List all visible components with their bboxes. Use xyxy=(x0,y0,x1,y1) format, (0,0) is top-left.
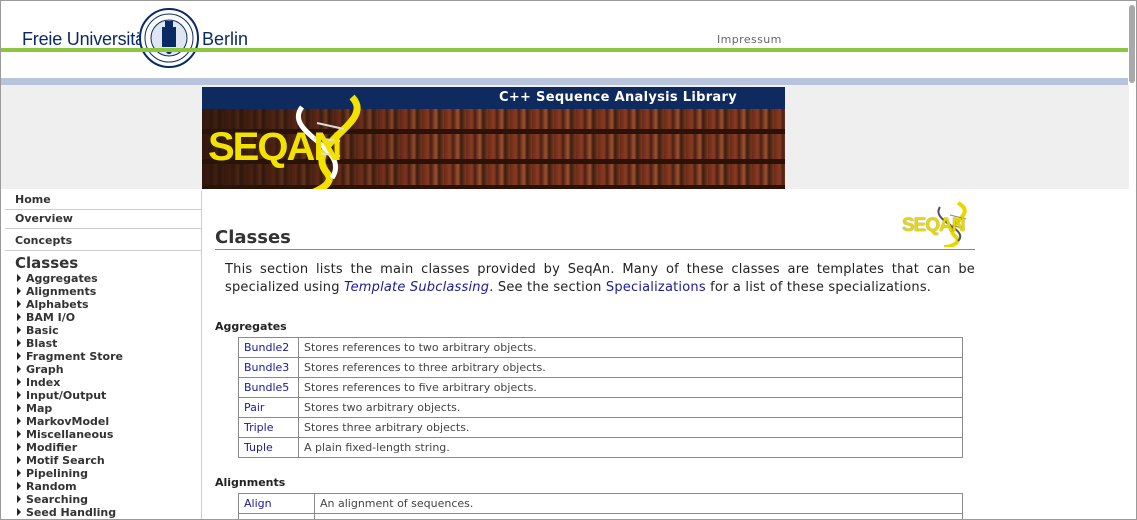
class-description: A plain fixed-length string. xyxy=(298,437,963,458)
nav-item-miscellaneous[interactable]: Miscellaneous xyxy=(5,428,201,441)
nav-item-searching[interactable]: Searching xyxy=(5,493,201,506)
table-row: Triple Stores three arbitrary objects. xyxy=(238,417,963,438)
alignments-table: Align An alignment of sequences. xyxy=(238,493,963,519)
class-link[interactable]: Pair xyxy=(238,397,299,418)
table-row: Align An alignment of sequences. xyxy=(238,493,963,514)
section-heading-aggregates: Aggregates xyxy=(215,320,287,333)
nav-item-alphabets[interactable]: Alphabets xyxy=(5,298,201,311)
aggregates-table: Bundle2 Stores references to two arbitrar… xyxy=(238,337,963,458)
browser-page: Freie Universität Berlin Impressum C++ S… xyxy=(0,0,1137,520)
nav-item-modifier[interactable]: Modifier xyxy=(5,441,201,454)
nav-concepts[interactable]: Concepts xyxy=(5,232,201,251)
seqan-small-logo[interactable]: SEQAN xyxy=(900,201,980,247)
header-green-rule xyxy=(1,48,1129,52)
expand-arrow-icon xyxy=(17,508,21,516)
nav-item-input-output[interactable]: Input/Output xyxy=(5,389,201,402)
left-navigation: Home Overview Concepts Classes Aggregate… xyxy=(5,191,202,519)
expand-arrow-icon xyxy=(17,274,21,282)
class-description: Stores references to five arbitrary obje… xyxy=(298,377,963,398)
expand-arrow-icon xyxy=(17,326,21,334)
template-subclassing-link[interactable]: Template Subclassing xyxy=(344,280,489,295)
main-content: SEQAN Classes This section lists the mai… xyxy=(202,189,1128,519)
class-link[interactable]: Bundle2 xyxy=(238,337,299,358)
expand-arrow-icon xyxy=(17,287,21,295)
university-name-left[interactable]: Freie Universität xyxy=(22,29,150,50)
scrollbar-thumb[interactable] xyxy=(1129,5,1135,83)
nav-item-graph[interactable]: Graph xyxy=(5,363,201,376)
class-link[interactable]: Bundle3 xyxy=(238,357,299,378)
nav-heading-classes[interactable]: Classes xyxy=(5,251,201,272)
site-header: Freie Universität Berlin Impressum xyxy=(1,1,1129,85)
class-link[interactable]: Tuple xyxy=(238,437,299,458)
specializations-link[interactable]: Specializations xyxy=(606,280,706,295)
expand-arrow-icon xyxy=(17,339,21,347)
nav-item-pipelining[interactable]: Pipelining xyxy=(5,467,201,480)
nav-item-map[interactable]: Map xyxy=(5,402,201,415)
intro-paragraph: This section lists the main classes prov… xyxy=(225,262,975,295)
section-heading-alignments: Alignments xyxy=(215,476,286,489)
nav-item-alignments[interactable]: Alignments xyxy=(5,285,201,298)
class-description xyxy=(314,513,963,519)
nav-item-fragment-store[interactable]: Fragment Store xyxy=(5,350,201,363)
table-row: Pair Stores two arbitrary objects. xyxy=(238,397,963,418)
expand-arrow-icon xyxy=(17,391,21,399)
class-description: Stores references to two arbitrary objec… xyxy=(298,337,963,358)
expand-arrow-icon xyxy=(17,430,21,438)
expand-arrow-icon xyxy=(17,417,21,425)
nav-overview[interactable]: Overview xyxy=(5,210,201,229)
nav-item-random[interactable]: Random xyxy=(5,480,201,493)
seqan-small-logo-text: SEQAN xyxy=(902,215,966,236)
expand-arrow-icon xyxy=(17,469,21,477)
vertical-scrollbar[interactable] xyxy=(1128,1,1136,519)
seqan-logo-text[interactable]: SEQAN xyxy=(208,125,342,170)
table-row: Bundle3 Stores references to three arbitr… xyxy=(238,357,963,378)
nav-item-basic[interactable]: Basic xyxy=(5,324,201,337)
class-description: Stores references to three arbitrary obj… xyxy=(298,357,963,378)
table-row: Tuple A plain fixed-length string. xyxy=(238,437,963,458)
university-seal-icon[interactable] xyxy=(138,7,200,69)
table-row: Bundle5 Stores references to five arbitra… xyxy=(238,377,963,398)
expand-arrow-icon xyxy=(17,482,21,490)
nav-home[interactable]: Home xyxy=(5,191,201,210)
class-link[interactable]: Align xyxy=(238,493,315,514)
class-description: Stores three arbitrary objects. xyxy=(298,417,963,438)
nav-item-seed-handling[interactable]: Seed Handling xyxy=(5,506,201,519)
expand-arrow-icon xyxy=(17,404,21,412)
table-row xyxy=(238,513,963,519)
title-rule xyxy=(215,249,975,250)
class-link[interactable]: Triple xyxy=(238,417,299,438)
expand-arrow-icon xyxy=(17,456,21,464)
nav-item-aggregates[interactable]: Aggregates xyxy=(5,272,201,285)
class-description: Stores two arbitrary objects. xyxy=(298,397,963,418)
expand-arrow-icon xyxy=(17,300,21,308)
class-link[interactable]: Bundle5 xyxy=(238,377,299,398)
expand-arrow-icon xyxy=(17,495,21,503)
nav-item-bam-io[interactable]: BAM I/O xyxy=(5,311,201,324)
class-link[interactable] xyxy=(238,513,315,519)
header-blue-band xyxy=(1,78,1129,85)
university-name-right[interactable]: Berlin xyxy=(202,29,248,50)
nav-item-index[interactable]: Index xyxy=(5,376,201,389)
table-row: Bundle2 Stores references to two arbitrar… xyxy=(238,337,963,358)
banner-title: C++ Sequence Analysis Library xyxy=(498,90,737,105)
impressum-link[interactable]: Impressum xyxy=(717,33,782,46)
expand-arrow-icon xyxy=(17,365,21,373)
nav-item-motif-search[interactable]: Motif Search xyxy=(5,454,201,467)
class-description: An alignment of sequences. xyxy=(314,493,963,514)
seqan-banner: C++ Sequence Analysis Library SEQAN xyxy=(202,87,785,189)
expand-arrow-icon xyxy=(17,352,21,360)
nav-item-blast[interactable]: Blast xyxy=(5,337,201,350)
expand-arrow-icon xyxy=(17,378,21,386)
nav-item-markovmodel[interactable]: MarkovModel xyxy=(5,415,201,428)
expand-arrow-icon xyxy=(17,443,21,451)
expand-arrow-icon xyxy=(17,313,21,321)
page-title: Classes xyxy=(215,227,291,248)
